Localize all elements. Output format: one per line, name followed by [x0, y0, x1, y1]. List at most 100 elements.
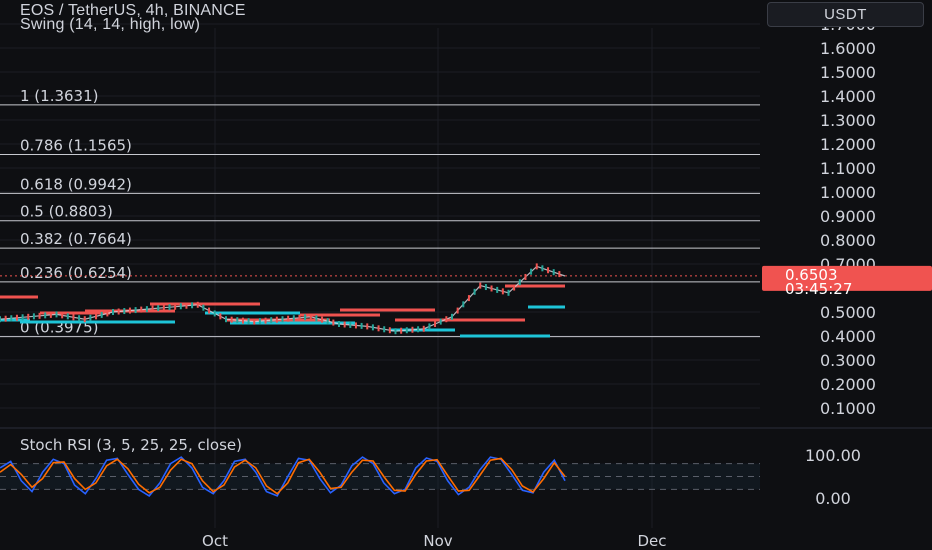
- price-candle: [123, 308, 126, 315]
- price-candle: [202, 304, 205, 311]
- price-candle: [145, 306, 148, 313]
- price-candle: [434, 321, 437, 327]
- fib-level-label: 0.236 (0.6254): [20, 264, 132, 282]
- price-candle: [95, 313, 98, 320]
- price-candle: [38, 312, 41, 319]
- price-tick-label: 0.1000: [820, 399, 876, 418]
- price-candle: [66, 313, 69, 320]
- price-candle: [315, 315, 318, 322]
- price-candle: [530, 268, 533, 275]
- price-candle: [258, 318, 261, 325]
- price-candle: [456, 307, 459, 314]
- stoch-rsi-title: Stoch RSI (3, 5, 25, 25, close): [20, 436, 242, 454]
- price-candle: [552, 269, 555, 276]
- price-candle: [484, 284, 487, 291]
- price-candle: [44, 312, 47, 319]
- price-candle: [490, 285, 493, 292]
- price-candle: [185, 302, 188, 309]
- rsi-tick-label: 100.00: [805, 446, 861, 465]
- price-candle: [451, 313, 453, 320]
- price-candle: [354, 322, 357, 329]
- price-tick-label: 0.8000: [820, 231, 876, 250]
- price-candle: [253, 318, 256, 325]
- price-candle: [360, 322, 363, 329]
- price-candle: [439, 318, 442, 325]
- price-tick-label: 0.9000: [820, 207, 876, 226]
- price-candle: [377, 325, 380, 332]
- price-candle: [366, 323, 369, 330]
- price-tick-label: 1.5000: [820, 63, 876, 82]
- price-candle: [513, 284, 516, 291]
- price-candle: [219, 313, 222, 320]
- price-candle: [174, 303, 177, 310]
- price-candle: [298, 314, 301, 321]
- price-candle: [55, 311, 58, 318]
- price-candle: [394, 328, 397, 335]
- price-candle: [479, 282, 482, 289]
- price-candle: [332, 319, 335, 326]
- price-candle: [61, 312, 64, 319]
- price-tick-label: 0.3000: [820, 351, 876, 370]
- price-candle: [383, 326, 386, 333]
- price-candle: [32, 313, 35, 320]
- price-candle: [162, 304, 165, 311]
- price-candle: [27, 313, 30, 320]
- time-axis-label: Nov: [423, 532, 452, 550]
- price-candle: [496, 286, 499, 293]
- price-candle: [326, 318, 329, 325]
- price-candle: [157, 305, 160, 312]
- fib-level-label: 0.382 (0.7664): [20, 230, 132, 248]
- price-candle: [473, 288, 476, 295]
- chart-canvas: 1 (1.3631) 0.786 (1.1565) 0.618 (0.9942) 0.…: [0, 0, 932, 550]
- price-candle: [321, 316, 324, 323]
- price-candle: [292, 315, 295, 322]
- time-axis-label: Oct: [202, 532, 228, 550]
- price-candle: [112, 309, 114, 315]
- price-tick-label: 1.0000: [820, 183, 876, 202]
- price-candle: [191, 302, 194, 309]
- price-candle: [89, 314, 92, 321]
- price-candle: [168, 304, 171, 311]
- price-candle: [467, 295, 470, 302]
- price-tick-label: 1.3000: [820, 111, 876, 130]
- price-candle: [524, 273, 527, 280]
- fib-level-label: 0.5 (0.8803): [20, 203, 113, 221]
- price-candle: [287, 315, 290, 322]
- price-candle: [179, 303, 182, 310]
- price-candle: [270, 317, 273, 324]
- price-candle: [236, 317, 239, 324]
- price-candle: [10, 315, 13, 322]
- price-candle: [541, 265, 544, 272]
- price-candle: [78, 315, 81, 322]
- price-candle: [83, 316, 86, 323]
- price-tick-label: 0.2000: [820, 375, 876, 394]
- price-candle: [371, 324, 374, 331]
- price-candle: [49, 311, 52, 318]
- price-candle: [264, 317, 267, 324]
- price-candle: [400, 327, 403, 334]
- price-candle: [72, 314, 75, 321]
- price-candle: [309, 313, 312, 320]
- price-candle: [100, 311, 103, 318]
- price-candle: [106, 310, 109, 317]
- price-badge-countdown: 03:45:27: [785, 280, 852, 298]
- price-candle: [304, 314, 307, 321]
- price-candle: [445, 316, 448, 323]
- currency-button[interactable]: USDT: [767, 2, 924, 27]
- price-candle: [422, 325, 425, 332]
- price-candle: [507, 289, 510, 296]
- price-candle: [281, 316, 284, 323]
- price-tick-label: 1.4000: [820, 87, 876, 106]
- price-candle: [428, 323, 431, 330]
- price-candle: [349, 321, 352, 328]
- price-tick-label: 1.1000: [820, 159, 876, 178]
- price-candle: [417, 326, 420, 333]
- price-candle: [21, 314, 24, 321]
- price-tick-label: 1.2000: [820, 135, 876, 154]
- price-candle: [4, 315, 7, 322]
- price-candle: [275, 316, 278, 323]
- price-candle: [462, 301, 465, 308]
- price-candle: [213, 310, 216, 317]
- price-candle: [535, 263, 538, 270]
- price-candle: [15, 314, 18, 321]
